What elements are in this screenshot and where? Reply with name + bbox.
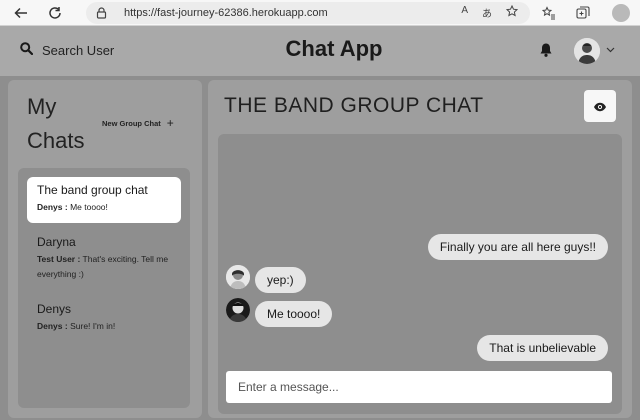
new-group-chat-button[interactable]: New Group Chat + xyxy=(102,116,174,130)
my-chats-panel: My Chats New Group Chat + The band group… xyxy=(8,80,202,418)
chat-preview-text: Me toooo! xyxy=(70,202,108,212)
chat-preview-sender: Denys : xyxy=(37,202,68,212)
chat-item-denys[interactable]: Denys Denys : Sure! I'm in! xyxy=(27,296,181,342)
chevron-down-icon[interactable] xyxy=(606,46,615,56)
chat-item-band-group[interactable]: The band group chat Denys : Me toooo! xyxy=(27,177,181,223)
my-chats-title: My Chats xyxy=(27,94,85,153)
chat-preview-sender: Denys : xyxy=(37,321,68,331)
url-text: https://fast-journey-62386.herokuapp.com xyxy=(124,7,328,19)
chat-preview: Denys : Me toooo! xyxy=(37,200,171,215)
chat-list: The band group chat Denys : Me toooo! Da… xyxy=(18,168,190,408)
message-bubble-incoming: Me toooo! xyxy=(255,301,333,327)
chat-item-daryna[interactable]: Daryna Test User : That's exciting. Tell… xyxy=(27,229,181,290)
profile-icon[interactable] xyxy=(612,4,630,22)
new-group-chat-label: New Group Chat xyxy=(102,118,161,128)
message-bubble-outgoing: Finally you are all here guys!! xyxy=(427,234,608,260)
bell-icon[interactable] xyxy=(538,42,554,62)
chat-preview-sender: Test User : xyxy=(37,254,81,264)
address-bar[interactable]: https://fast-journey-62386.herokuapp.com… xyxy=(86,2,530,24)
chat-preview-text: Sure! I'm in! xyxy=(70,321,116,331)
view-details-button[interactable] xyxy=(584,90,616,122)
collections-icon[interactable] xyxy=(574,4,592,22)
translate-icon[interactable]: あ xyxy=(482,5,492,20)
favorites-icon[interactable] xyxy=(540,4,558,22)
app-header: Search User Chat App xyxy=(0,26,640,76)
user-avatar[interactable] xyxy=(574,38,600,64)
sender-avatar xyxy=(226,298,250,322)
lock-icon xyxy=(94,6,108,20)
message-bubble-incoming: yep:) xyxy=(255,267,306,293)
favorite-icon[interactable] xyxy=(505,4,519,20)
chat-title: THE BAND GROUP CHAT xyxy=(224,94,484,117)
eye-icon xyxy=(593,97,607,116)
read-aloud-icon[interactable]: A xyxy=(461,5,468,20)
browser-toolbar: https://fast-journey-62386.herokuapp.com… xyxy=(0,0,640,26)
messages-area: Finally you are all here guys!! yep:) Me… xyxy=(218,134,622,414)
message-bubble-outgoing: That is unbelievable xyxy=(477,335,608,361)
message-input[interactable] xyxy=(226,371,612,403)
chat-name: Denys xyxy=(37,302,72,316)
chat-preview: Denys : Sure! I'm in! xyxy=(37,319,171,334)
sender-avatar xyxy=(226,265,250,289)
plus-icon: + xyxy=(166,116,174,130)
chat-panel: THE BAND GROUP CHAT Finally you are all … xyxy=(208,80,632,418)
chat-name: The band group chat xyxy=(37,183,148,197)
back-icon[interactable] xyxy=(10,2,32,24)
chat-preview: Test User : That's exciting. Tell me eve… xyxy=(37,252,171,282)
reload-icon[interactable] xyxy=(44,2,66,24)
chat-name: Daryna xyxy=(37,235,76,249)
